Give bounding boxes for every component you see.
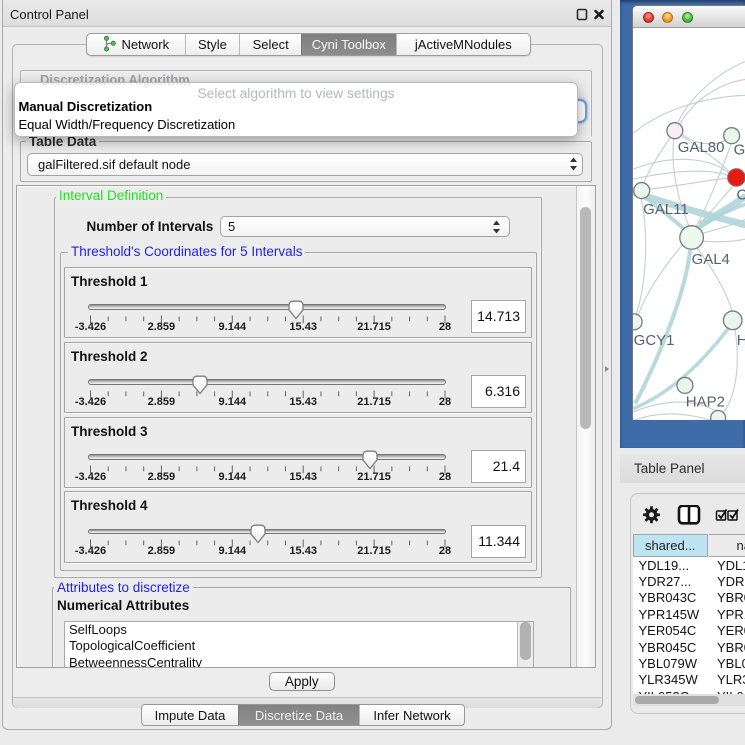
svg-text:GAL4: GAL4 bbox=[692, 251, 730, 268]
svg-text:HO: HO bbox=[737, 332, 745, 349]
svg-text:GCY1: GCY1 bbox=[634, 332, 675, 349]
svg-text:GAL80: GAL80 bbox=[678, 139, 725, 156]
svg-text:GAL11: GAL11 bbox=[643, 201, 689, 218]
svg-text:GAL: GAL bbox=[734, 142, 745, 159]
svg-text:HAP2: HAP2 bbox=[686, 394, 725, 411]
svg-text:CRP: CRP bbox=[737, 187, 745, 204]
